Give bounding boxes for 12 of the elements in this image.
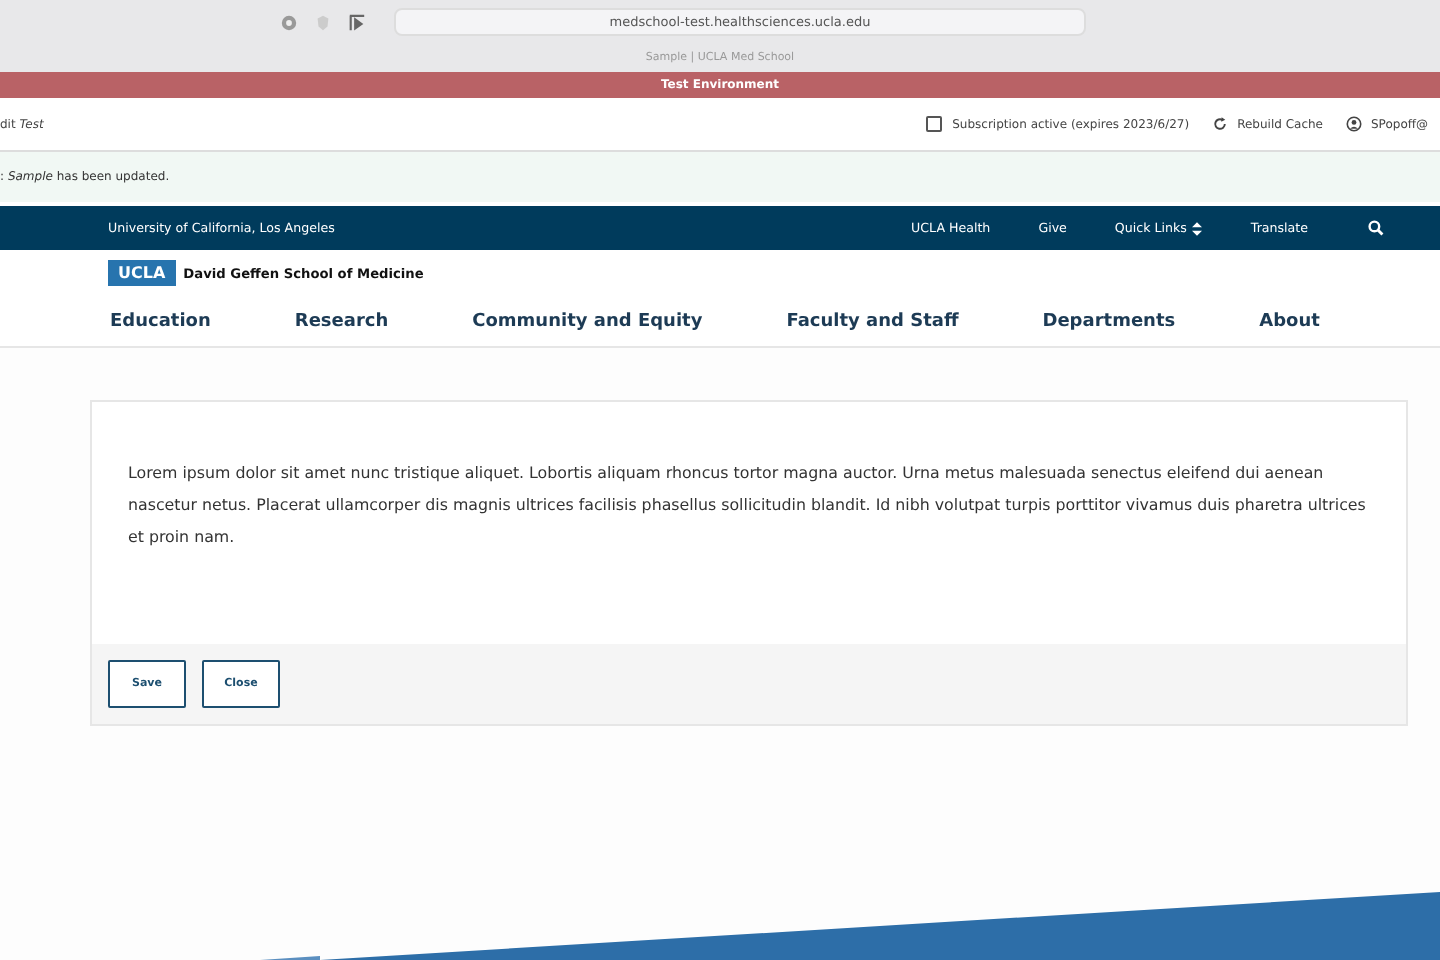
- nav-item[interactable]: Departments: [1042, 311, 1176, 331]
- nav-item[interactable]: About: [1259, 311, 1320, 331]
- refresh-icon[interactable]: [1211, 116, 1228, 132]
- search-icon[interactable]: [1368, 220, 1384, 236]
- user-icon[interactable]: [1345, 116, 1361, 132]
- nav-item[interactable]: Education: [110, 311, 211, 331]
- checkbox[interactable]: [926, 116, 943, 132]
- nav-item[interactable]: Community and Equity: [472, 311, 703, 331]
- nav-item[interactable]: Research: [294, 311, 389, 331]
- logo-badge[interactable]: UCLA: [108, 260, 176, 286]
- nav-item[interactable]: Faculty and Staff: [786, 311, 959, 331]
- up-down-arrows-icon: [1192, 221, 1203, 235]
